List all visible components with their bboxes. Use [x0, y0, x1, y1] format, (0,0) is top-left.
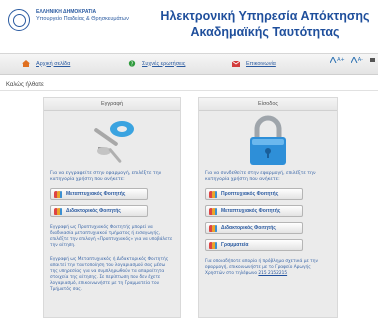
divider [0, 90, 378, 91]
print-button[interactable] [369, 57, 376, 63]
font-decrease-button[interactable]: Α- [350, 57, 363, 63]
login-postgraduate-label: Μεταπτυχιακός Φοιτητής [221, 208, 281, 214]
login-undergraduate-label: Προπτυχιακός Φοιτητής [221, 191, 279, 197]
login-intro: Για να συνδεθείτε στην εφαρμογή, επιλέξτ… [205, 171, 316, 182]
site-title-line2: Ακαδημαϊκής Ταυτότητας [190, 25, 340, 39]
nav-faq-link[interactable]: ? Συχνές ερωτήσεις [128, 60, 185, 67]
greek-emblem-icon [8, 9, 30, 31]
org-line2: Υπουργείο Παιδείας & Θρησκευμάτων [36, 16, 129, 22]
nav-home-link[interactable]: Αρχική σελίδα [22, 60, 70, 67]
nav-contact-label: Επικοινωνία [246, 60, 276, 67]
users-icon [209, 224, 217, 232]
registration-art [44, 111, 180, 171]
registration-panel: Εγγραφή Για να εγγραφείτε στην εφαρμογή,… [43, 97, 181, 318]
font-decrease-icon [350, 57, 358, 63]
users-icon [209, 207, 217, 215]
login-postgraduate-button[interactable]: Μεταπτυχιακός Φοιτητής [205, 205, 303, 217]
register-doctoral-button[interactable]: Διδακτορικός Φοιτητής [50, 205, 148, 217]
ministry-name: ΕΛΛΗΝΙΚΗ ΔΗΜΟΚΡΑΤΙΑ Υπουργείο Παιδείας &… [36, 9, 129, 23]
registration-note-2: Εγγραφή ως Μεταπτυχιακός ή Διδακτορικός … [50, 257, 169, 292]
users-icon [54, 190, 62, 198]
padlock-icon [250, 115, 286, 165]
registration-note-1: Εγγραφή ως Προπτυχιακός Φοιτητής μπορεί … [50, 225, 173, 248]
contact-icon [232, 60, 240, 67]
home-icon [22, 60, 30, 67]
register-postgraduate-button[interactable]: Μεταπτυχιακός Φοιτητής [50, 188, 148, 200]
registration-intro: Για να εγγραφείτε στην εφαρμογή, επιλέξτ… [50, 171, 162, 182]
users-icon [54, 207, 62, 215]
nav-faq-label: Συχνές ερωτήσεις [142, 60, 186, 67]
login-doctoral-button[interactable]: Διδακτορικός Φοιτητής [205, 222, 303, 234]
login-undergraduate-button[interactable]: Προπτυχιακός Φοιτητής [205, 188, 303, 200]
registration-panel-title: Εγγραφή [44, 98, 180, 111]
svg-text:?: ? [131, 61, 134, 67]
users-icon [209, 241, 217, 249]
nav-contact-link[interactable]: Επικοινωνία [232, 60, 276, 67]
font-increase-button[interactable]: Α+ [330, 57, 345, 63]
nav-home-label: Αρχική σελίδα [36, 60, 71, 67]
font-increase-label: Α+ [337, 57, 345, 63]
login-art [199, 111, 337, 171]
login-help-note: Για οποιαδήποτε απορία ή πρόβλημα σχετικ… [199, 259, 337, 277]
login-panel: Είσοδος Για να συνδεθείτε στην εφαρμογή,… [198, 97, 338, 318]
font-increase-icon [330, 57, 337, 63]
register-doctoral-label: Διδακτορικός Φοιτητής [66, 208, 121, 214]
site-title-line1: Ηλεκτρονική Υπηρεσία Απόκτησης [160, 9, 370, 23]
breadcrumb: Καλώς ήλθατε [6, 82, 44, 88]
register-postgraduate-label: Μεταπτυχιακός Φοιτητής [66, 191, 126, 197]
font-size-tools: Α+ Α- [330, 57, 376, 63]
keys-icon [94, 121, 134, 163]
login-panel-title: Είσοδος [199, 98, 337, 111]
site-title: Ηλεκτρονική Υπηρεσία Απόκτησης Ακαδημαϊκ… [160, 8, 370, 40]
login-secretariat-button[interactable]: Γραμματεία [205, 239, 303, 251]
users-icon [209, 190, 217, 198]
helpdesk-phone-link[interactable]: 215 2152215 [258, 271, 287, 276]
top-navigation: Αρχική σελίδα ? Συχνές ερωτήσεις Επικοιν… [0, 53, 378, 75]
login-doctoral-label: Διδακτορικός Φοιτητής [221, 225, 276, 231]
print-icon [370, 58, 375, 62]
faq-icon: ? [128, 60, 136, 67]
login-secretariat-label: Γραμματεία [221, 242, 249, 248]
font-decrease-label: Α- [357, 57, 363, 63]
header: ΕΛΛΗΝΙΚΗ ΔΗΜΟΚΡΑΤΙΑ Υπουργείο Παιδείας &… [0, 0, 378, 52]
ministry-logo[interactable]: ΕΛΛΗΝΙΚΗ ΔΗΜΟΚΡΑΤΙΑ Υπουργείο Παιδείας &… [8, 9, 129, 31]
org-line1: ΕΛΛΗΝΙΚΗ ΔΗΜΟΚΡΑΤΙΑ [36, 9, 97, 15]
